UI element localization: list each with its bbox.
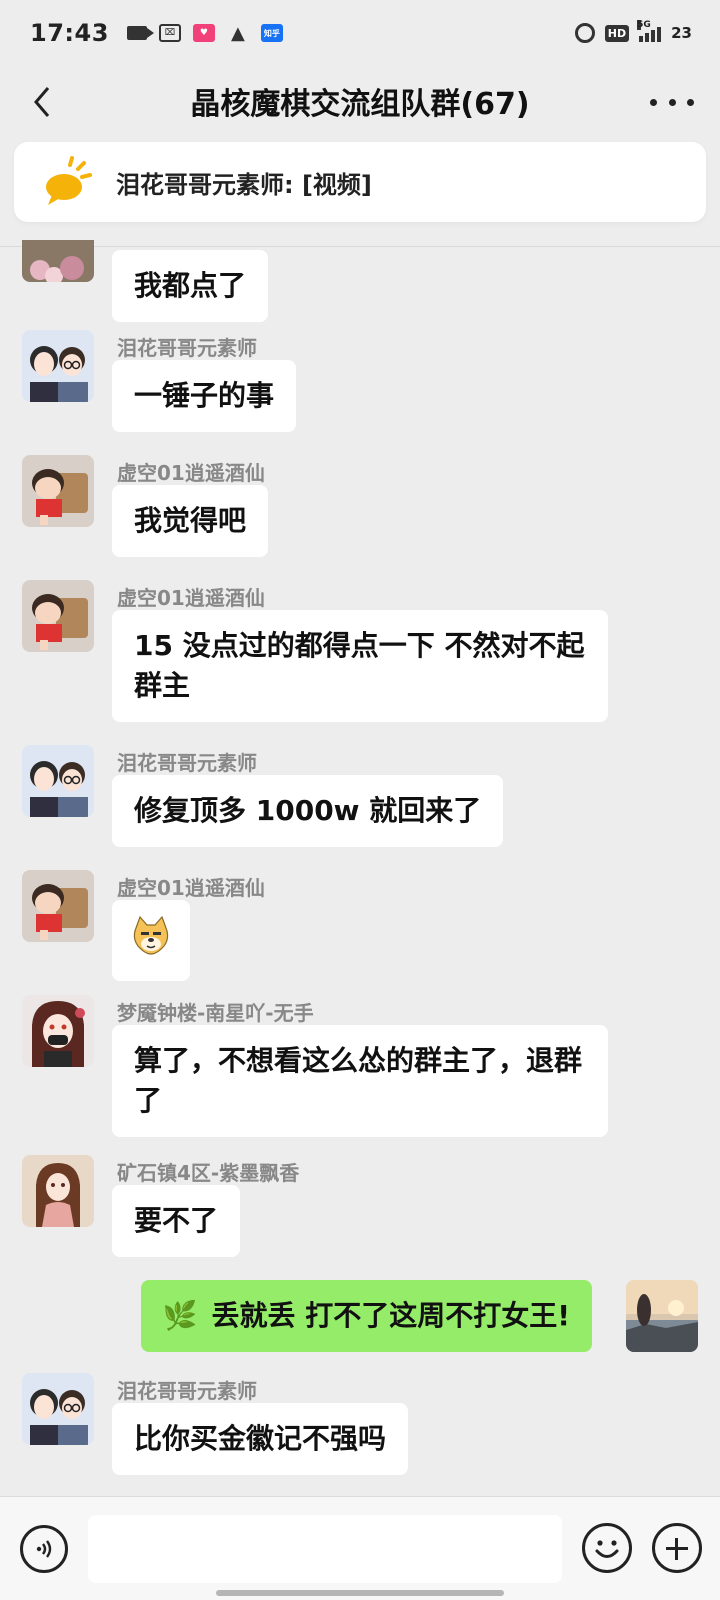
message-text: 我都点了 (134, 269, 247, 302)
message-bubble[interactable]: 要不了 (112, 1185, 241, 1257)
alarm-icon (574, 23, 595, 43)
chat-title: 晶核魔棋交流组队群(67) (190, 87, 530, 122)
avatar[interactable] (22, 745, 94, 817)
sender-name: 虚空01逍遥酒仙 (117, 876, 265, 900)
avatar[interactable] (22, 455, 94, 527)
shinchan-avatar (22, 870, 94, 942)
message-bubble[interactable] (112, 900, 190, 981)
sender-name: 虚空01逍遥酒仙 (117, 586, 265, 610)
emoji-button[interactable] (582, 1523, 632, 1573)
voice-icon (36, 1540, 52, 1558)
speech-bubble-icon (46, 156, 92, 205)
message-bubble[interactable]: 我都点了 (112, 250, 269, 322)
message-text: 要不了 (134, 1204, 219, 1237)
network-label: 5G (637, 20, 651, 30)
nav-bar: 晶核魔棋交流组队群(67) (0, 66, 720, 136)
message-bubble[interactable]: 修复顶多 1000w 就回来了 (112, 775, 504, 847)
status-time: 17:43 (30, 19, 109, 47)
chevron-left-icon (34, 87, 50, 117)
sender-name: 泪花哥哥元素师 (117, 1379, 257, 1403)
dot-icon (650, 98, 657, 106)
pinned-text: 泪花哥哥元素师: [视频] (116, 170, 372, 199)
message-text: 15 没点过的都得点一下 不然对不起群主 (134, 629, 585, 702)
shinchan-avatar (22, 455, 94, 527)
message-text: 比你买金徽记不强吗 (134, 1422, 387, 1455)
signal-icon: 5G (637, 20, 662, 42)
message-text: 一锤子的事 (134, 379, 275, 412)
anime-girl-avatar (22, 995, 94, 1067)
leaf-icon: 🌿 (162, 1299, 198, 1332)
message-text: 我觉得吧 (134, 504, 247, 537)
input-bar (0, 1496, 720, 1600)
avatar[interactable] (22, 330, 94, 402)
sender-name: 泪花哥哥元素师 (117, 751, 257, 775)
avatar[interactable] (22, 580, 94, 652)
message-bubble[interactable]: 我觉得吧 (112, 485, 269, 557)
message-bubble[interactable]: 算了，不想看这么怂的群主了，退群了 (112, 1025, 608, 1137)
scan-icon: ⌧ (158, 24, 181, 42)
pink-app-icon: ♥ (192, 24, 215, 42)
sender-name: 矿石镇4区-紫墨飘香 (117, 1161, 300, 1185)
message-text: 丢就丢 打不了这周不打女王! (211, 1299, 570, 1332)
dot-icon (687, 98, 694, 106)
avatar[interactable] (22, 230, 94, 282)
hd-icon: HD (604, 24, 630, 42)
status-app-icons: ⌧ ♥ ▲ 知乎 (126, 22, 283, 44)
status-bar: 17:43 ⌧ ♥ ▲ 知乎 HD 5G 23 (0, 0, 720, 66)
message-input[interactable] (88, 1515, 562, 1583)
smiley-icon (595, 1540, 619, 1558)
doge-emoji-icon (133, 915, 169, 955)
message-bubble[interactable]: 一锤子的事 (112, 360, 297, 432)
voice-button[interactable] (20, 1525, 68, 1573)
avatar[interactable] (22, 870, 94, 942)
couple-avatar (22, 745, 94, 817)
message-text: 算了，不想看这么怂的群主了，退群了 (134, 1044, 583, 1117)
battery-level: 23 (671, 24, 692, 42)
plus-button[interactable] (652, 1523, 702, 1573)
message-bubble[interactable]: 15 没点过的都得点一下 不然对不起群主 (112, 610, 608, 722)
avatar[interactable] (22, 995, 94, 1067)
more-button[interactable] (650, 84, 694, 120)
avatar[interactable] (22, 1373, 94, 1445)
couple-avatar (22, 330, 94, 402)
flowers-avatar (22, 240, 94, 282)
message-text: 修复顶多 1000w 就回来了 (134, 794, 482, 827)
sunset-avatar (626, 1280, 698, 1352)
zhihu-icon: 知乎 (260, 24, 283, 42)
pinned-message[interactable]: 泪花哥哥元素师: [视频] (14, 142, 706, 222)
sender-name: 虚空01逍遥酒仙 (117, 461, 265, 485)
divider (0, 246, 720, 247)
video-icon (126, 26, 154, 40)
bird-icon: ▲ (230, 22, 245, 44)
message-bubble[interactable]: 比你买金徽记不强吗 (112, 1403, 409, 1475)
dot-icon (668, 98, 676, 106)
sender-name: 梦魇钟楼-南星吖-无手 (117, 1001, 314, 1025)
avatar[interactable] (22, 1155, 94, 1227)
avatar-self[interactable] (626, 1280, 698, 1352)
status-indicators: HD 5G 23 (574, 20, 692, 43)
shinchan-avatar (22, 580, 94, 652)
home-indicator[interactable] (216, 1590, 504, 1596)
couple-avatar (22, 1373, 94, 1445)
message-bubble-self[interactable]: 🌿 丢就丢 打不了这周不打女王! (140, 1280, 592, 1352)
back-button[interactable] (24, 82, 64, 122)
anime-girl2-avatar (22, 1155, 94, 1227)
sender-name: 泪花哥哥元素师 (117, 336, 257, 360)
